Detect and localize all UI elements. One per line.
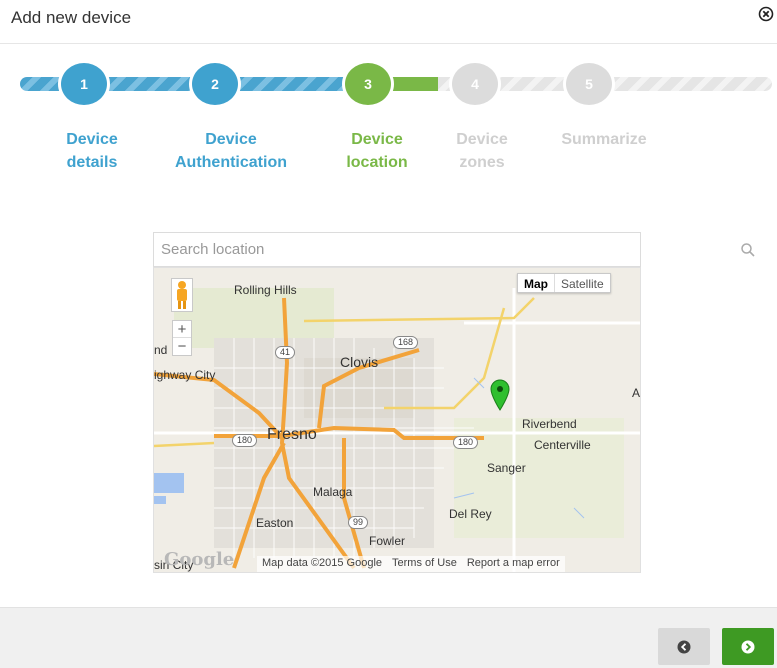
step-4-circle: 4 <box>449 60 501 108</box>
step-3-label-line2: location <box>346 154 408 171</box>
step-4-label-line1: Device <box>456 131 508 148</box>
step-1-label[interactable]: Device details <box>52 128 132 174</box>
route-180-west-shield: 180 <box>232 434 258 447</box>
zoom-control: + − <box>172 320 192 356</box>
terms-of-use-link[interactable]: Terms of Use <box>387 556 462 572</box>
step-3-circle[interactable]: 3 <box>342 60 394 108</box>
add-device-dialog: Add new device 1 2 3 4 5 Device details … <box>0 0 777 668</box>
zoom-out-button[interactable]: − <box>173 338 191 355</box>
report-map-error-link[interactable]: Report a map error <box>462 556 565 572</box>
dialog-title: Add new device <box>11 8 132 27</box>
map-label-fowler: Fowler <box>369 534 406 548</box>
step-2-label-line2: Authentication <box>175 154 287 171</box>
map-attribution: Map data ©2015 Google Terms of Use Repor… <box>257 556 565 572</box>
google-logo: Google <box>164 549 235 570</box>
search-location-input[interactable] <box>161 233 581 266</box>
step-1-circle[interactable]: 1 <box>58 60 110 108</box>
step-5-circle: 5 <box>563 60 615 108</box>
location-marker-icon[interactable] <box>490 379 510 411</box>
route-168-shield: 168 <box>393 336 419 349</box>
dialog-footer <box>0 607 777 668</box>
progress-track <box>20 77 772 91</box>
step-1-label-line1: Device <box>66 131 118 148</box>
map-label-fresno: Fresno <box>267 426 317 443</box>
search-icon[interactable] <box>740 242 756 258</box>
step-3-label[interactable]: Device location <box>332 128 422 174</box>
next-button[interactable] <box>722 628 774 665</box>
location-search <box>153 232 755 267</box>
previous-button[interactable] <box>658 628 710 665</box>
map-type-control: Map Satellite <box>517 273 611 293</box>
map-label-highway-city: ighway City <box>154 368 216 382</box>
location-map[interactable]: Rolling Hills Clovis nd ighway City Fres… <box>153 267 641 573</box>
step-4-label-line2: zones <box>459 154 505 171</box>
wizard-progress: 1 2 3 4 5 <box>20 60 772 120</box>
map-data-text: Map data ©2015 Google <box>262 557 383 569</box>
map-label-clovis: Clovis <box>340 354 379 370</box>
map-label-a-edge: A <box>632 386 641 400</box>
map-label-del-rey: Del Rey <box>449 507 492 521</box>
route-99-shield: 99 <box>348 516 369 529</box>
arrow-right-circle-icon <box>741 640 755 653</box>
close-icon[interactable] <box>758 6 774 22</box>
step-1-label-line2: details <box>66 154 118 171</box>
zoom-in-button[interactable]: + <box>173 321 191 338</box>
step-3-label-line1: Device <box>351 131 403 148</box>
map-label-sanger: Sanger <box>487 461 526 475</box>
map-label-nd: nd <box>154 343 168 357</box>
route-180-east-shield: 180 <box>453 436 479 449</box>
pegman-icon <box>177 281 187 309</box>
step-4-label: Device zones <box>440 128 524 174</box>
step-2-circle[interactable]: 2 <box>189 60 241 108</box>
map-label-malaga: Malaga <box>313 485 353 499</box>
step-2-label[interactable]: Device Authentication <box>152 128 310 174</box>
map-label-easton: Easton <box>256 516 294 530</box>
map-label-riverbend: Riverbend <box>522 417 577 431</box>
step-5-label: Summarize <box>544 128 664 151</box>
dialog-header: Add new device <box>0 0 777 44</box>
map-label-rolling-hills: Rolling Hills <box>234 283 297 297</box>
map-type-map-button[interactable]: Map <box>518 274 554 292</box>
step-5-label-line1: Summarize <box>561 131 647 148</box>
step-2-label-line1: Device <box>205 131 257 148</box>
route-41-shield: 41 <box>275 346 296 359</box>
map-label-centerville: Centerville <box>534 438 591 452</box>
map-type-satellite-button[interactable]: Satellite <box>554 274 610 292</box>
arrow-left-circle-icon <box>677 640 691 653</box>
street-view-pegman[interactable] <box>171 278 193 312</box>
